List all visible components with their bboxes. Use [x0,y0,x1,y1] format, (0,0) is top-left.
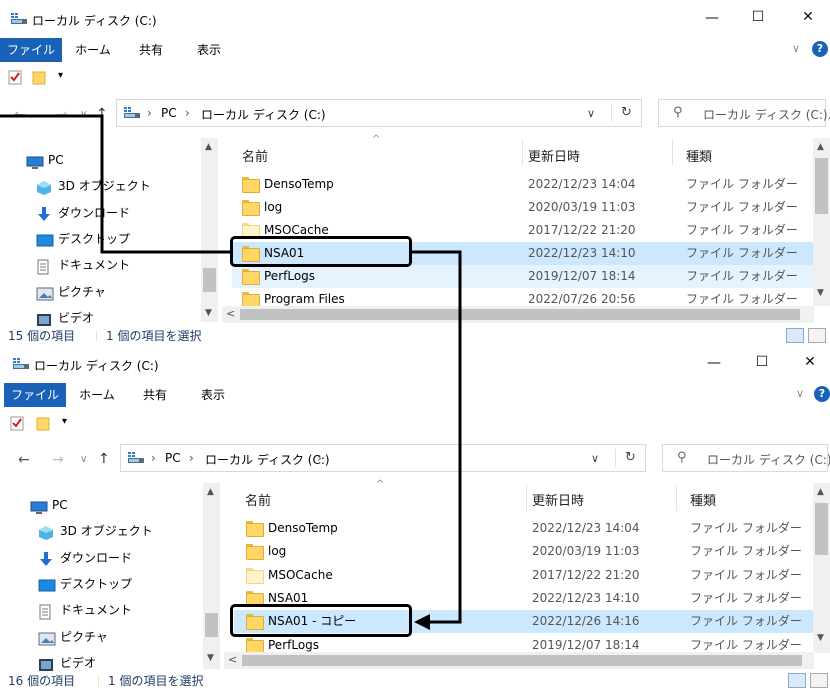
arrowhead-icon [414,614,430,630]
connector-line-right [412,250,462,624]
connector-line-left [0,114,230,254]
copy-arrow-overlay [0,114,462,630]
